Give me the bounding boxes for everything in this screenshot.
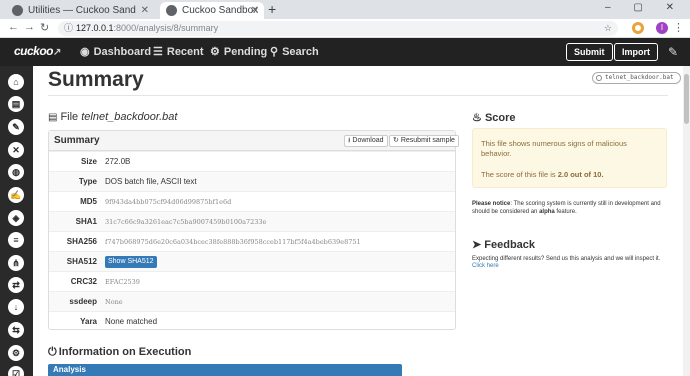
cuckoo-logo[interactable]: cuckoo↗ <box>14 44 61 58</box>
url-input[interactable]: ⓘ 127.0.0.1:8000/analysis/8/summary ☆ <box>58 21 618 36</box>
forward-icon[interactable]: → <box>24 21 35 33</box>
file-name-tag: telnet_backdoor.bat <box>592 72 681 84</box>
summary-row-yara: Yara None matched <box>49 311 455 331</box>
cog-icon: ⚙ <box>210 46 220 58</box>
tab-favicon-icon <box>166 5 177 16</box>
file-name: telnet_backdoor.bat <box>81 111 178 123</box>
file-icon[interactable]: ▤ <box>8 96 24 112</box>
top-navbar: cuckoo↗ ◉ Dashboard ☰ Recent ⚙ Pending ⚲ Sea… <box>0 38 690 66</box>
file-heading: ▤ File telnet_backdoor.bat <box>48 111 178 123</box>
tab-title: Utilities — Cuckoo Sand <box>28 5 136 16</box>
profile-avatar[interactable]: I <box>656 22 668 34</box>
paintbrush-icon[interactable]: ✎ <box>668 45 678 59</box>
browser-tab-cuckoo[interactable]: Cuckoo Sandbox ✕ <box>160 2 264 19</box>
list-icon: ☰ <box>153 46 163 58</box>
download-icon: ⭳ <box>348 137 351 144</box>
tag-dot-icon <box>596 75 602 81</box>
settings-icon[interactable]: ⚙ <box>8 345 24 361</box>
summary-row-sha256: SHA256 f747b068975d6e20c6a034bcec38fe888… <box>49 231 455 251</box>
analysis-panel-header[interactable]: Analysis <box>48 364 402 376</box>
tab-close-icon[interactable]: ✕ <box>251 2 259 19</box>
feedback-text: Expecting different results? Send us thi… <box>472 256 661 262</box>
score-notice: Please notice: The scoring system is cur… <box>472 201 661 215</box>
browser-menu-icon[interactable]: ⋮ <box>673 21 684 34</box>
feedback-heading: ➤ Feedback <box>472 239 536 251</box>
bookmark-star-icon[interactable]: ☆ <box>604 21 612 36</box>
download-icon[interactable]: ↓ <box>8 299 24 315</box>
tree-icon[interactable]: ⋔ <box>8 255 24 271</box>
import-button[interactable]: Import <box>614 43 658 61</box>
browser-tab-utilities[interactable]: Utilities — Cuckoo Sand ✕ <box>6 2 154 19</box>
resubmit-button[interactable]: ↻ Resubmit sample <box>389 135 459 147</box>
browser-tab-bar: Utilities — Cuckoo Sand ✕ Cuckoo Sandbox… <box>0 0 690 19</box>
tasks-icon[interactable]: ☑ <box>8 366 24 376</box>
page-title: Summary <box>48 68 144 91</box>
extension-icon[interactable] <box>632 22 644 34</box>
summary-row-sha1: SHA1 31c7c66c9a3261eac7c5ba9007459b0100a… <box>49 211 455 231</box>
summary-row-md5: MD5 9f943da4bb075cf94d06d99875bf1e6d <box>49 191 455 211</box>
bars-icon[interactable]: ≡ <box>8 232 24 248</box>
info-icon[interactable]: ⓘ <box>64 21 73 36</box>
nav-recent[interactable]: ☰ Recent <box>153 45 204 58</box>
download-button[interactable]: ⭳ Download <box>344 135 388 147</box>
summary-row-ssdeep: ssdeep None <box>49 291 455 311</box>
home-icon[interactable]: ⌂ <box>8 74 24 90</box>
new-tab-button[interactable]: + <box>268 1 276 17</box>
signature-icon[interactable]: ✍ <box>8 187 24 203</box>
summary-panel-header: Summary ⭳ Download ↻ Resubmit sample <box>49 131 459 151</box>
score-message: This file shows numerous signs of malici… <box>481 139 627 158</box>
title-divider <box>48 95 668 96</box>
pen-icon[interactable]: ✎ <box>8 119 24 135</box>
show-sha512-button[interactable]: Show SHA512 <box>105 256 157 268</box>
network-icon[interactable]: ✕ <box>8 142 24 158</box>
send-icon: ➤ <box>472 239 482 251</box>
back-icon[interactable]: ← <box>8 21 19 33</box>
reload-icon[interactable]: ↻ <box>40 21 49 34</box>
fire-icon: ♨ <box>472 112 482 124</box>
summary-panel: Summary ⭳ Download ↻ Resubmit sample Siz… <box>48 130 459 331</box>
left-sidebar: ⌂ ▤ ✎ ✕ ◍ ✍ ◈ ≡ ⋔ ⇄ ↓ ⇆ ⚙ ☑ <box>0 66 33 376</box>
tab-favicon-icon <box>12 5 23 16</box>
summary-row-type: Type DOS batch file, ASCII text <box>49 171 455 191</box>
globe-icon[interactable]: ◍ <box>8 164 24 180</box>
nav-pending[interactable]: ⚙ Pending <box>210 45 267 58</box>
window-controls[interactable]: – ▢ ✕ <box>605 2 684 13</box>
power-icon: ⏻ <box>48 346 57 358</box>
url-path: :8000/analysis/8/summary <box>113 23 219 33</box>
info-execution-heading: ⏻ Information on Execution <box>48 346 192 358</box>
shuffle-icon[interactable]: ⇄ <box>8 277 24 293</box>
score-line: The score of this file is 2.0 out of 10. <box>481 170 604 179</box>
scrollbar-thumb[interactable] <box>684 74 689 124</box>
summary-row-sha512: SHA512 Show SHA512 <box>49 251 455 271</box>
submit-button[interactable]: Submit <box>566 43 613 61</box>
tab-close-icon[interactable]: ✕ <box>141 2 149 19</box>
summary-panel-title: Summary <box>54 135 100 146</box>
url-host: 127.0.0.1 <box>76 23 114 33</box>
process-icon[interactable]: ◈ <box>8 210 24 226</box>
refresh-icon: ↻ <box>393 137 399 144</box>
nav-dashboard[interactable]: ◉ Dashboard <box>80 45 151 58</box>
file-icon: ▤ <box>48 112 58 123</box>
nav-search[interactable]: ⚲ Search <box>270 45 319 58</box>
score-alert: This file shows numerous signs of malici… <box>472 128 667 188</box>
dashboard-icon: ◉ <box>80 46 90 58</box>
feedback-link[interactable]: Click here <box>472 263 499 269</box>
score-heading: ♨ Score <box>472 112 516 124</box>
tab-title: Cuckoo Sandbox <box>182 5 259 16</box>
summary-row-crc32: CRC32 EFAC2539 <box>49 271 455 291</box>
address-bar: ← → ↻ ⓘ 127.0.0.1:8000/analysis/8/summar… <box>0 19 690 38</box>
compare-icon[interactable]: ⇆ <box>8 322 24 338</box>
summary-row-size: Size 272.0B <box>49 151 455 171</box>
search-icon: ⚲ <box>270 46 279 58</box>
score-value: 2.0 out of 10. <box>557 170 604 179</box>
